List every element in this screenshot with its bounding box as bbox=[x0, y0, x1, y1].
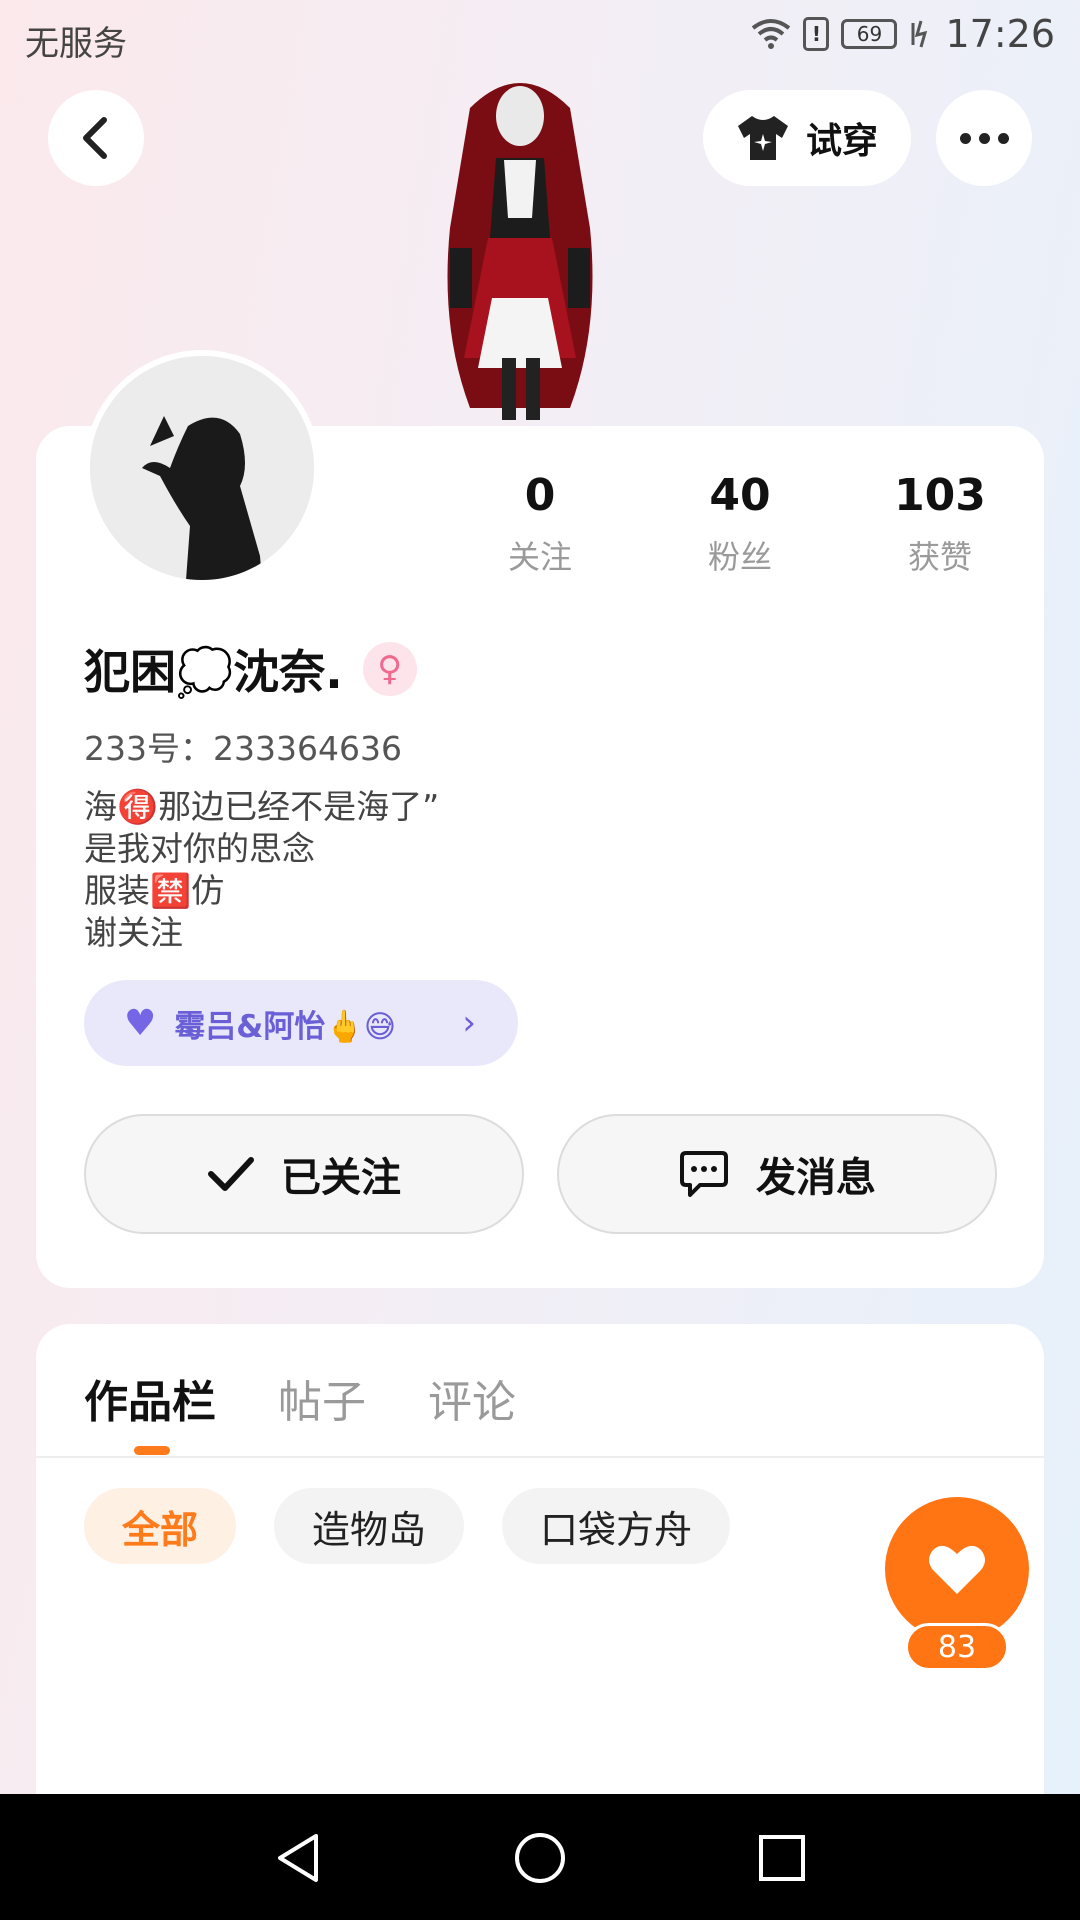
filter-chip-pocket-ark[interactable]: 口袋方舟 bbox=[502, 1488, 731, 1564]
user-avatar[interactable] bbox=[84, 350, 320, 586]
try-on-button[interactable]: 试穿 bbox=[703, 90, 911, 186]
stat-label: 获赞 bbox=[907, 538, 972, 576]
filter-chip-all[interactable]: 全部 bbox=[84, 1488, 237, 1564]
stat-value: 0 bbox=[524, 470, 556, 521]
more-dot-icon bbox=[997, 132, 1009, 144]
couple-relationship-pill[interactable]: ♥ 霉吕&阿怡🖕😅 › bbox=[84, 980, 518, 1066]
chat-bubble-icon bbox=[680, 1151, 728, 1197]
tab-works[interactable]: 作品栏 bbox=[84, 1366, 216, 1430]
send-message-button[interactable]: 发消息 bbox=[557, 1114, 997, 1234]
user-bio: 海🉐那边已经不是海了” 是我对你的思念 服装🈲仿 谢关注 bbox=[84, 786, 439, 954]
stat-label: 关注 bbox=[507, 538, 572, 576]
nav-back-icon[interactable] bbox=[270, 1830, 326, 1886]
status-bar: 无服务 ! 69 17:26 bbox=[0, 0, 1080, 74]
bio-line: 是我对你的思念 bbox=[84, 829, 315, 868]
more-dot-icon bbox=[959, 132, 971, 144]
stat-value: 40 bbox=[709, 470, 771, 521]
send-message-label: 发消息 bbox=[756, 1155, 876, 1201]
chevron-right-icon: › bbox=[462, 1003, 476, 1043]
stat-label: 粉丝 bbox=[707, 538, 772, 576]
try-on-label: 试穿 bbox=[805, 121, 878, 162]
more-options-button[interactable] bbox=[936, 90, 1032, 186]
status-icons: ! 69 17:26 bbox=[751, 12, 1055, 56]
chevron-left-icon bbox=[83, 117, 107, 159]
user-name: 犯困💭沈奈. bbox=[84, 645, 343, 699]
silhouette-avatar-image bbox=[90, 356, 314, 580]
nav-home-icon[interactable] bbox=[512, 1830, 568, 1886]
nav-recents-icon[interactable] bbox=[754, 1830, 810, 1886]
female-icon: ♀ bbox=[362, 642, 417, 696]
tab-divider bbox=[36, 1456, 1044, 1458]
active-tab-indicator bbox=[134, 1446, 170, 1455]
bio-line: 海🉐那边已经不是海了” bbox=[84, 787, 440, 826]
followed-button[interactable]: 已关注 bbox=[84, 1114, 524, 1234]
content-tabs: 作品栏 帖子 评论 bbox=[84, 1366, 516, 1430]
sim-alert-icon: ! bbox=[803, 17, 830, 51]
tab-posts[interactable]: 帖子 bbox=[278, 1366, 366, 1430]
stat-value: 103 bbox=[894, 470, 986, 521]
stat-followers[interactable]: 40 粉丝 bbox=[640, 470, 840, 578]
back-button[interactable] bbox=[48, 90, 144, 186]
battery-icon: 69 bbox=[841, 19, 898, 49]
tshirt-icon bbox=[737, 116, 788, 160]
filter-chip-creation-island[interactable]: 造物岛 bbox=[274, 1488, 465, 1564]
bio-line: 谢关注 bbox=[84, 913, 183, 952]
bio-line: 服装🈲仿 bbox=[84, 871, 225, 910]
couple-heart-icon: ♥ bbox=[124, 1002, 157, 1044]
charging-icon bbox=[911, 20, 928, 48]
heart-icon bbox=[929, 1545, 985, 1594]
user-id[interactable]: 233号：233364636 bbox=[84, 722, 402, 770]
more-dot-icon bbox=[978, 132, 990, 144]
name-row: 犯困💭沈奈. ♀ bbox=[84, 636, 417, 702]
wifi-icon bbox=[752, 19, 791, 49]
like-button[interactable] bbox=[885, 1497, 1029, 1641]
followed-label: 已关注 bbox=[281, 1155, 401, 1201]
carrier-text: 无服务 bbox=[25, 24, 127, 64]
filter-chips: 全部 造物岛 口袋方舟 bbox=[84, 1488, 731, 1564]
stat-likes[interactable]: 103 获赞 bbox=[840, 470, 1040, 578]
system-navigation-bar bbox=[0, 1794, 1080, 1920]
profile-stats: 0 关注 40 粉丝 103 获赞 bbox=[440, 470, 1040, 578]
checkmark-icon bbox=[208, 1157, 254, 1191]
clock-time: 17:26 bbox=[945, 12, 1055, 56]
couple-label: 霉吕&阿怡🖕😅 bbox=[174, 1008, 397, 1045]
tab-comments[interactable]: 评论 bbox=[428, 1366, 516, 1430]
like-count-badge: 83 bbox=[905, 1623, 1009, 1671]
stat-following[interactable]: 0 关注 bbox=[440, 470, 640, 578]
character-avatar-3d[interactable] bbox=[400, 68, 640, 428]
